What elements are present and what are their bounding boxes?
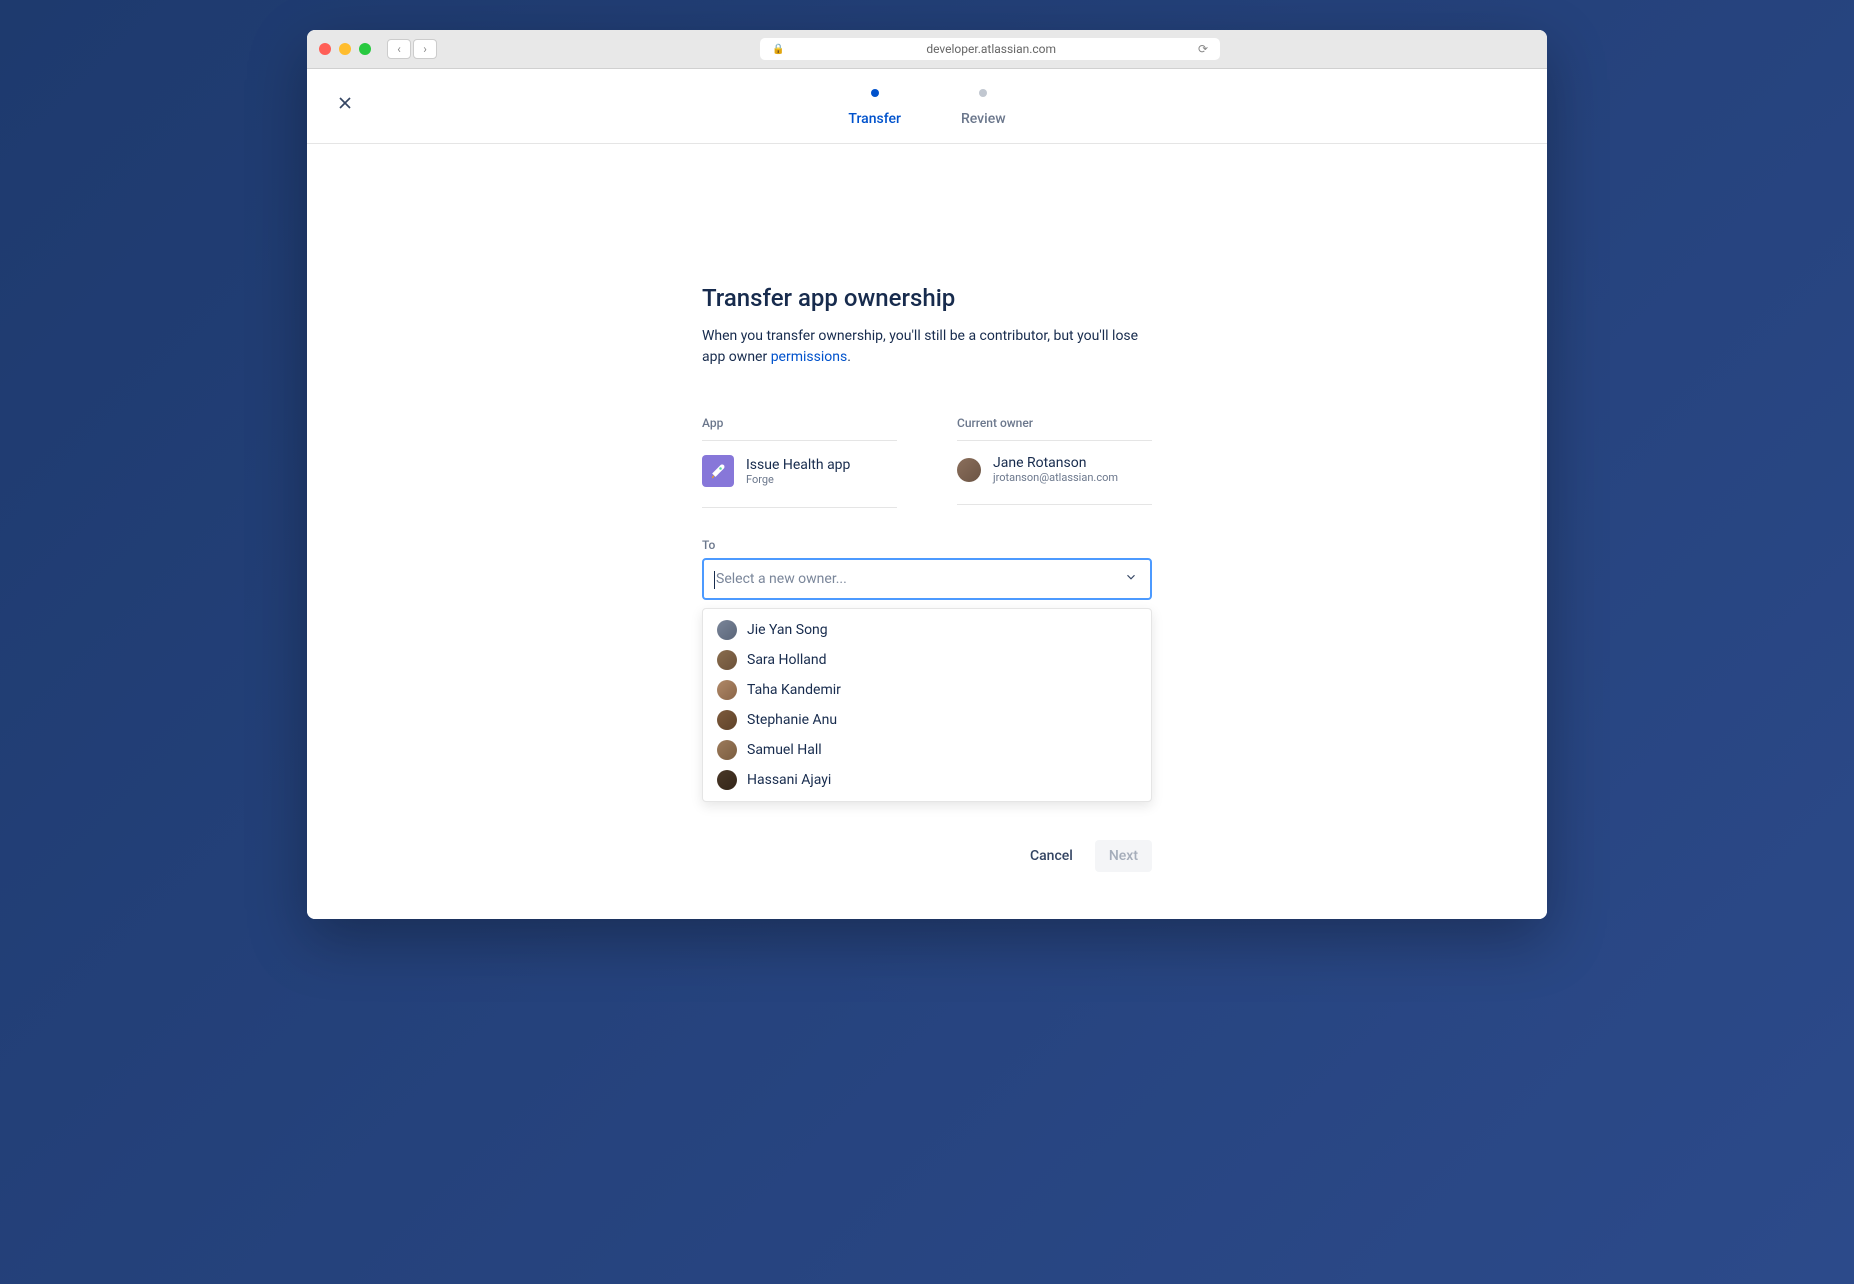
- window-maximize-button[interactable]: [359, 43, 371, 55]
- app-label: App: [702, 416, 897, 441]
- rocket-icon: [708, 461, 728, 481]
- step-review[interactable]: Review: [961, 89, 1006, 127]
- lock-icon: 🔒: [772, 44, 784, 55]
- stepper: Transfer Review: [848, 89, 1005, 143]
- dropdown-option[interactable]: Jie Yan Song: [703, 615, 1151, 645]
- option-name: Sara Holland: [747, 652, 827, 668]
- address-bar[interactable]: 🔒 developer.atlassian.com ⟳: [760, 38, 1220, 60]
- option-name: Samuel Hall: [747, 742, 822, 758]
- description-text: When you transfer ownership, you'll stil…: [702, 328, 1138, 365]
- reload-icon[interactable]: ⟳: [1198, 42, 1208, 56]
- page-title: Transfer app ownership: [702, 284, 1152, 312]
- app-header: Transfer Review: [307, 69, 1547, 144]
- step-dot-icon: [871, 89, 879, 97]
- close-button[interactable]: [335, 93, 355, 117]
- nav-forward-button[interactable]: ›: [413, 39, 437, 59]
- window-close-button[interactable]: [319, 43, 331, 55]
- step-label: Review: [961, 111, 1006, 127]
- close-icon: [335, 93, 355, 113]
- app-details: Issue Health app Forge: [746, 457, 850, 486]
- browser-chrome: ‹ › 🔒 developer.atlassian.com ⟳: [307, 30, 1547, 69]
- option-name: Jie Yan Song: [747, 622, 828, 638]
- main-content: Transfer app ownership When you transfer…: [702, 144, 1152, 872]
- option-avatar: [717, 770, 737, 790]
- owner-item: Jane Rotanson jrotanson@atlassian.com: [957, 455, 1152, 505]
- option-name: Stephanie Anu: [747, 712, 837, 728]
- url-text: developer.atlassian.com: [790, 42, 1191, 56]
- owner-email: jrotanson@atlassian.com: [993, 471, 1118, 484]
- owner-name: Jane Rotanson: [993, 455, 1118, 471]
- chevron-down-icon: [1124, 570, 1138, 588]
- option-avatar: [717, 620, 737, 640]
- description-after: .: [847, 349, 851, 365]
- owner-column: Current owner Jane Rotanson jrotanson@at…: [957, 416, 1152, 508]
- select-container: Select a new owner... Jie Yan SongSara H…: [702, 558, 1152, 600]
- app-column: App Issue Health app Forge: [702, 416, 897, 508]
- step-label: Transfer: [848, 111, 901, 127]
- permissions-link[interactable]: permissions: [771, 349, 848, 365]
- page-description: When you transfer ownership, you'll stil…: [702, 326, 1152, 368]
- option-name: Taha Kandemir: [747, 682, 841, 698]
- owner-dropdown: Jie Yan Song Sara Holland Taha Kandemir Ste…: [702, 608, 1152, 802]
- select-placeholder: Select a new owner...: [716, 571, 847, 587]
- step-dot-icon: [979, 89, 987, 97]
- footer-actions: Cancel Next: [702, 840, 1152, 872]
- option-avatar: [717, 740, 737, 760]
- option-avatar: [717, 680, 737, 700]
- app-content: Transfer Review Transfer app ownership W…: [307, 69, 1547, 919]
- option-avatar: [717, 710, 737, 730]
- to-section: To Select a new owner... Jie Yan SongSar…: [702, 538, 1152, 600]
- app-item: Issue Health app Forge: [702, 455, 897, 508]
- option-name: Hassani Ajayi: [747, 772, 831, 788]
- step-transfer[interactable]: Transfer: [848, 89, 901, 127]
- owner-details: Jane Rotanson jrotanson@atlassian.com: [993, 455, 1118, 484]
- owner-avatar: [957, 458, 981, 482]
- dropdown-option[interactable]: Stephanie Anu: [703, 705, 1151, 735]
- option-avatar: [717, 650, 737, 670]
- cancel-button[interactable]: Cancel: [1016, 840, 1087, 872]
- owner-label: Current owner: [957, 416, 1152, 441]
- dropdown-option[interactable]: Hassani Ajayi: [703, 765, 1151, 795]
- browser-window: ‹ › 🔒 developer.atlassian.com ⟳ Transfer: [307, 30, 1547, 919]
- app-platform: Forge: [746, 473, 850, 486]
- nav-buttons: ‹ ›: [387, 39, 437, 59]
- to-label: To: [702, 538, 1152, 552]
- next-button[interactable]: Next: [1095, 840, 1152, 872]
- dropdown-option[interactable]: Taha Kandemir: [703, 675, 1151, 705]
- dropdown-option[interactable]: Sara Holland: [703, 645, 1151, 675]
- traffic-lights: [319, 43, 371, 55]
- app-name: Issue Health app: [746, 457, 850, 473]
- info-row: App Issue Health app Forge: [702, 416, 1152, 508]
- app-icon: [702, 455, 734, 487]
- window-minimize-button[interactable]: [339, 43, 351, 55]
- nav-back-button[interactable]: ‹: [387, 39, 411, 59]
- dropdown-option[interactable]: Samuel Hall: [703, 735, 1151, 765]
- owner-select-input[interactable]: Select a new owner...: [702, 558, 1152, 600]
